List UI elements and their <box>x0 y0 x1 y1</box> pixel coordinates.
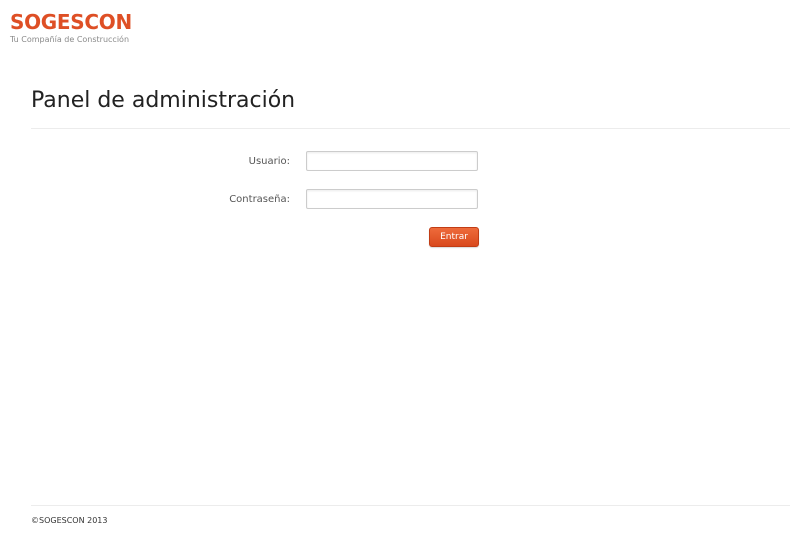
brand-tagline: Tu Compañía de Construcción <box>10 35 130 44</box>
username-input[interactable] <box>306 151 478 171</box>
footer-copyright: ©SOGESCON 2013 <box>31 516 108 525</box>
password-label: Contraseña: <box>229 194 290 205</box>
page: SOGESCON Tu Compañía de Construcción Pan… <box>0 0 790 533</box>
login-button[interactable]: Entrar <box>429 227 479 247</box>
page-title: Panel de administración <box>31 88 296 113</box>
brand-name: SOGESCON <box>10 10 132 34</box>
footer-divider <box>31 505 790 506</box>
title-divider <box>31 128 790 129</box>
brand-logo[interactable]: SOGESCON Tu Compañía de Construcción <box>10 10 132 45</box>
password-input[interactable] <box>306 189 478 209</box>
username-label: Usuario: <box>248 156 290 167</box>
